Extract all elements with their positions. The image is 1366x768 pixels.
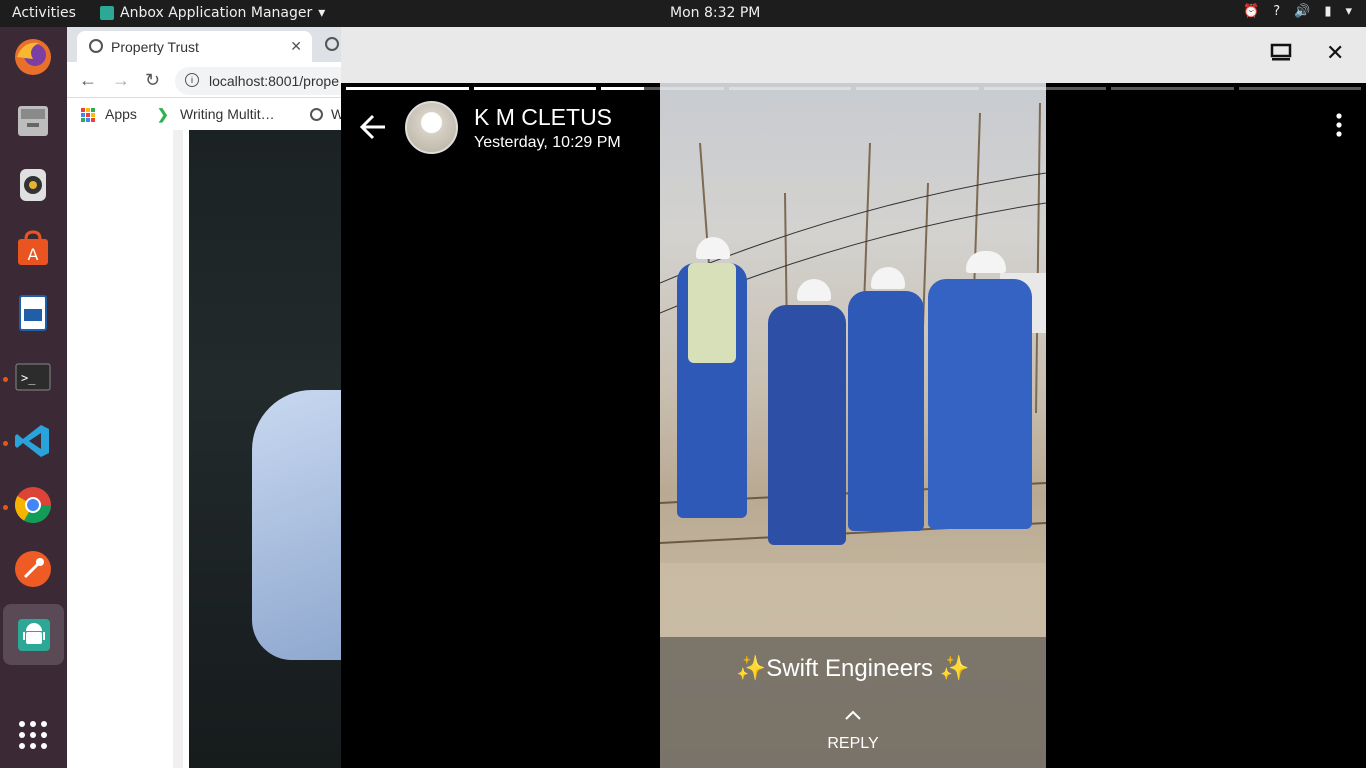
globe-icon [310, 108, 323, 121]
dock: A >_ [0, 27, 67, 768]
back-arrow-icon[interactable] [359, 113, 387, 147]
rhythmbox-icon[interactable] [10, 162, 56, 208]
caption-overlay: ✨Swift Engineers ✨ REPLY [660, 637, 1046, 768]
chevron-down-icon: ▾ [318, 5, 326, 21]
firefox-icon[interactable] [10, 34, 56, 80]
alarm-icon[interactable]: ⏰ [1243, 4, 1259, 19]
system-menu-chevron-icon[interactable]: ▾ [1345, 4, 1352, 19]
volume-icon[interactable]: 🔊 [1294, 4, 1310, 19]
anbox-window: ✕ K M CLETUS Yesterday, 10:29 PM ✨Swift … [341, 27, 1366, 768]
nav-bar: ← → ↻ i localhost:8001/prope [67, 62, 375, 98]
worker [928, 279, 1032, 529]
top-bar: Activities Anbox Application Manager ▾ M… [0, 0, 1366, 27]
forward-arrow-icon[interactable]: → [112, 70, 130, 91]
apps-grid-icon [81, 108, 95, 122]
bookmark-apps[interactable]: Apps [105, 106, 137, 122]
close-tab-icon[interactable]: ✕ [290, 38, 302, 55]
svg-text:A: A [28, 245, 39, 264]
chevron-up-icon[interactable] [660, 707, 1046, 725]
globe-icon[interactable] [325, 37, 339, 51]
progress-segment [1238, 87, 1361, 90]
anbox-icon [100, 6, 114, 20]
window-titlebar: ✕ [341, 27, 1366, 83]
clock[interactable]: Mon 8:32 PM [670, 5, 760, 21]
help-icon[interactable]: ? [1273, 4, 1280, 19]
chrome-window: Property Trust ✕ ← → ↻ i localhost:8001/… [67, 27, 375, 768]
tab-property-trust[interactable]: Property Trust ✕ [77, 31, 312, 62]
avatar[interactable] [405, 101, 458, 154]
page-content [67, 130, 352, 768]
progress-segment [983, 87, 1106, 90]
progress-fill [346, 87, 469, 90]
vscode-icon[interactable] [10, 418, 56, 464]
url-text: localhost:8001/prope [209, 73, 339, 89]
app-menu-label: Anbox Application Manager [120, 5, 313, 21]
contact-name: K M CLETUS [474, 104, 613, 130]
progress-segment [856, 87, 979, 90]
tab-title: Property Trust [111, 39, 199, 55]
bookmarks-bar: Apps ❯ Writing Multit… W [67, 98, 347, 130]
writing-bookmark-icon: ❯ [157, 106, 169, 122]
battery-icon[interactable]: ▮ [1324, 4, 1331, 19]
software-center-icon[interactable]: A [10, 226, 56, 272]
android-icon[interactable] [3, 604, 64, 665]
status-caption: ✨Swift Engineers ✨ [736, 655, 970, 682]
status-progress [346, 87, 1361, 90]
progress-segment [728, 87, 851, 90]
progress-fill [601, 87, 644, 90]
postman-icon[interactable] [10, 546, 56, 592]
activities-button[interactable]: Activities [12, 5, 76, 21]
tab-bar: Property Trust ✕ [67, 27, 347, 62]
page-divider [173, 130, 183, 768]
reply-button[interactable]: REPLY [660, 735, 1046, 753]
progress-segment [1111, 87, 1234, 90]
worker [768, 305, 846, 545]
back-arrow-icon[interactable]: ← [79, 70, 97, 91]
terminal-icon[interactable]: >_ [10, 354, 56, 400]
reload-icon[interactable]: ↻ [145, 70, 160, 91]
status-header: K M CLETUS Yesterday, 10:29 PM [341, 97, 1366, 157]
bookmark-writing[interactable]: Writing Multit… [180, 106, 275, 122]
system-tray[interactable]: ⏰ ? 🔊 ▮ ▾ [1243, 4, 1352, 19]
app-menu[interactable]: Anbox Application Manager ▾ [100, 5, 325, 21]
restore-window-icon[interactable] [1270, 43, 1292, 69]
writer-icon[interactable] [10, 290, 56, 336]
chrome-icon[interactable] [10, 482, 56, 528]
svg-text:>_: >_ [21, 371, 36, 385]
more-options-icon[interactable] [1336, 113, 1342, 139]
close-window-icon[interactable]: ✕ [1326, 40, 1344, 66]
running-indicator [3, 441, 8, 446]
running-indicator [3, 377, 8, 382]
files-icon[interactable] [10, 98, 56, 144]
status-timestamp: Yesterday, 10:29 PM [474, 134, 621, 151]
progress-segment [346, 87, 469, 90]
info-icon[interactable]: i [185, 73, 199, 87]
progress-segment [601, 87, 724, 90]
show-applications-icon[interactable] [10, 712, 56, 758]
progress-segment [473, 87, 596, 90]
globe-icon [89, 39, 103, 53]
hero-image-shirt [252, 390, 352, 660]
worker [848, 291, 924, 531]
safety-vest [688, 263, 736, 363]
progress-fill [473, 87, 596, 90]
running-indicator [3, 505, 8, 510]
